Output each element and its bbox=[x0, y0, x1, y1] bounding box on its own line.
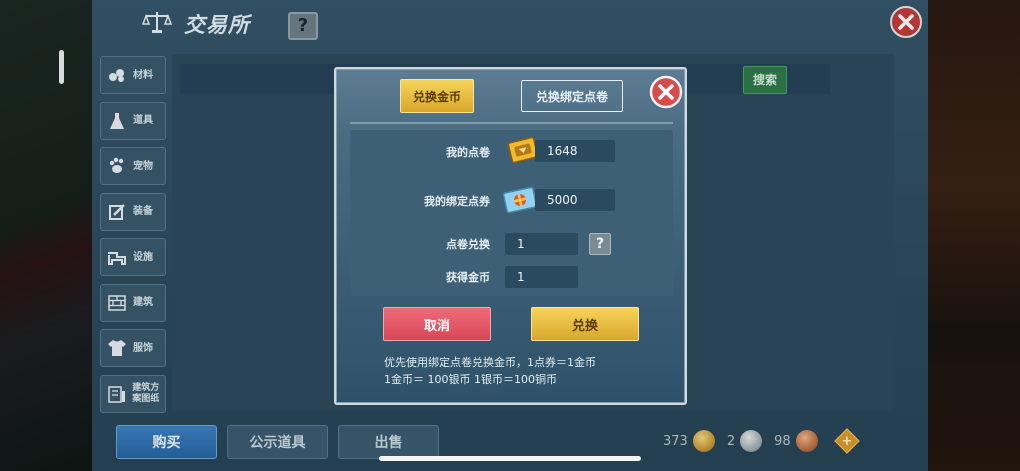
my-points-value: 1648 bbox=[535, 140, 615, 162]
exchange-note: 优先使用绑定点卷兑换金币，1点券＝1金币 1金币＝ 100银币 1银币＝100铜… bbox=[384, 354, 674, 388]
home-indicator[interactable] bbox=[379, 456, 641, 461]
gain-label: 获得金币 bbox=[446, 271, 490, 284]
cancel-button[interactable]: 取消 bbox=[383, 307, 491, 341]
my-points-label: 我的点卷 bbox=[446, 146, 490, 159]
exchange-button[interactable]: 兑换 bbox=[531, 307, 639, 341]
close-icon[interactable] bbox=[649, 75, 683, 109]
tab-exchange-gold[interactable]: 兑换金币 bbox=[400, 79, 474, 113]
exchange-form: 我的点卷 1648 我的绑定点券 5000 点卷兑换 1 ? 获得金币 1 bbox=[350, 130, 673, 296]
exchange-label: 点卷兑换 bbox=[446, 238, 490, 251]
note-line-1: 优先使用绑定点卷兑换金币，1点券＝1金币 bbox=[384, 356, 596, 369]
help-icon[interactable]: ? bbox=[589, 233, 611, 255]
note-line-2: 1金币＝ 100银币 1银币＝100铜币 bbox=[384, 373, 557, 386]
my-bound-label: 我的绑定点券 bbox=[424, 195, 490, 208]
my-bound-value: 5000 bbox=[535, 189, 615, 211]
exchange-amount-input[interactable]: 1 bbox=[505, 233, 578, 255]
gain-value: 1 bbox=[505, 266, 578, 288]
exchange-dialog: 兑换金币 兑换绑定点卷 我的点卷 1648 我的绑定点券 5000 点卷兑换 1… bbox=[334, 67, 687, 405]
tab-exchange-bound[interactable]: 兑换绑定点卷 bbox=[521, 80, 623, 112]
bound-ticket-icon bbox=[502, 186, 538, 214]
divider bbox=[350, 122, 673, 124]
